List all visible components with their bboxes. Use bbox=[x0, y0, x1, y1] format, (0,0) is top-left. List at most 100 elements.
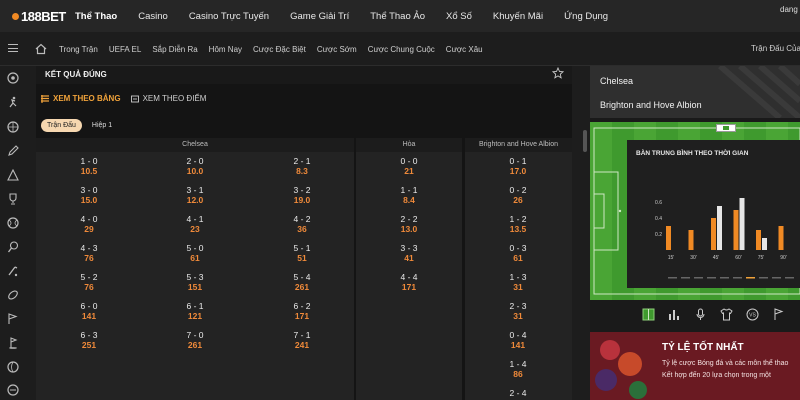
sub-nav-outright[interactable]: Cược Chung Cuộc bbox=[368, 45, 435, 54]
versus-icon[interactable]: VS bbox=[746, 308, 759, 321]
home-score-cell[interactable]: 6 - 2 171 bbox=[267, 301, 337, 322]
tennis-icon[interactable] bbox=[7, 217, 19, 229]
home-score-cell[interactable]: 5 - 3 151 bbox=[160, 272, 230, 293]
draw-score-cell[interactable]: 2 - 2 13.0 bbox=[374, 214, 444, 235]
top-nav-lottery[interactable]: Xổ Số bbox=[446, 11, 472, 22]
home-team-name: Chelsea bbox=[600, 76, 634, 86]
home-score-cell[interactable]: 5 - 4 261 bbox=[267, 272, 337, 293]
home-score-cell[interactable]: 1 - 0 10.5 bbox=[54, 156, 124, 177]
draw-score-cell[interactable]: 4 - 4 171 bbox=[374, 272, 444, 293]
draw-column: Hòa 0 - 0 21 1 - 1 8.4 2 - 2 13.0 3 - 3 41 4 - 4… bbox=[356, 138, 462, 400]
logo[interactable]: 188BET bbox=[12, 8, 66, 24]
home-score-cell[interactable]: 7 - 0 261 bbox=[160, 330, 230, 351]
home-score-cell[interactable]: 2 - 0 10.0 bbox=[160, 156, 230, 177]
timeline-dash bbox=[720, 277, 729, 279]
home-score-cell[interactable]: 5 - 2 76 bbox=[54, 272, 124, 293]
away-score-cell[interactable]: 0 - 3 61 bbox=[483, 243, 553, 264]
away-score-cell[interactable]: 1 - 3 31 bbox=[483, 272, 553, 293]
away-score-cell[interactable]: 1 - 2 13.5 bbox=[483, 214, 553, 235]
stats-icon[interactable] bbox=[668, 308, 681, 321]
my-matches-link[interactable]: Trận Đấu Của T bbox=[751, 44, 800, 53]
home-score-cell[interactable]: 4 - 1 23 bbox=[160, 214, 230, 235]
esports-icon[interactable] bbox=[7, 384, 19, 396]
home-score-cell[interactable]: 5 - 1 51 bbox=[267, 243, 337, 264]
sub-nav-special[interactable]: Cược Đặc Biệt bbox=[253, 45, 306, 54]
warning-icon[interactable] bbox=[7, 169, 19, 181]
home-score-cell[interactable]: 4 - 2 36 bbox=[267, 214, 337, 235]
top-nav-promotions[interactable]: Khuyến Mãi bbox=[493, 11, 543, 22]
home-score-cell[interactable]: 7 - 1 241 bbox=[267, 330, 337, 351]
score-label: 4 - 0 bbox=[80, 214, 98, 224]
top-nav-virtual[interactable]: Thể Thao Ảo bbox=[370, 11, 425, 22]
score-label: 6 - 1 bbox=[186, 301, 204, 311]
home-score-cell[interactable]: 6 - 0 141 bbox=[54, 301, 124, 322]
sub-nav-today[interactable]: Hôm Nay bbox=[209, 45, 242, 54]
y-tick-label: 0.2 bbox=[655, 232, 662, 238]
home-score-cell[interactable]: 4 - 0 29 bbox=[54, 214, 124, 235]
flag-icon[interactable] bbox=[7, 313, 19, 325]
user-name[interactable]: dang bbox=[780, 5, 800, 14]
flag-icon[interactable] bbox=[772, 308, 785, 321]
odds-value: 41 bbox=[404, 253, 414, 263]
runner-icon[interactable] bbox=[7, 96, 19, 108]
home-score-cell[interactable]: 6 - 1 121 bbox=[160, 301, 230, 322]
odds-value: 86 bbox=[513, 369, 523, 379]
view-tab-score[interactable]: XEM THEO ĐIỂM bbox=[130, 94, 206, 103]
trophy-icon[interactable] bbox=[7, 193, 19, 205]
hockey-icon[interactable] bbox=[7, 265, 19, 277]
menu-icon[interactable] bbox=[8, 44, 18, 52]
draw-score-cell[interactable]: 0 - 0 21 bbox=[374, 156, 444, 177]
top-nav-live-casino[interactable]: Casino Trực Tuyến bbox=[189, 11, 269, 22]
basketball-icon[interactable] bbox=[7, 121, 19, 133]
period-tabs: Trận Đấu Hiệp 1 bbox=[41, 119, 122, 132]
home-score-cell[interactable]: 3 - 1 12.0 bbox=[160, 185, 230, 206]
scoreboard-icon bbox=[130, 95, 139, 102]
draw-score-cell[interactable]: 3 - 3 41 bbox=[374, 243, 444, 264]
period-tab-full-match[interactable]: Trận Đấu bbox=[41, 119, 82, 132]
home-score-cell[interactable]: 5 - 0 61 bbox=[160, 243, 230, 264]
top-nav-casino[interactable]: Casino bbox=[138, 11, 168, 22]
away-score-cell[interactable]: 0 - 2 26 bbox=[483, 185, 553, 206]
top-nav-games[interactable]: Game Giải Trí bbox=[290, 11, 349, 22]
home-score-cell[interactable]: 2 - 1 8.3 bbox=[267, 156, 337, 177]
odds-value: 19.0 bbox=[293, 195, 311, 205]
promo-banner[interactable]: TỶ LỆ TỐT NHẤT Tỷ lệ cược Bóng đá và các… bbox=[590, 332, 800, 400]
away-score-cell[interactable]: 1 - 4 86 bbox=[483, 359, 553, 380]
jersey-icon[interactable] bbox=[720, 308, 733, 321]
top-nav-sports[interactable]: Thể Thao bbox=[75, 11, 117, 22]
period-tab-first-half[interactable]: Hiệp 1 bbox=[86, 119, 118, 132]
sub-nav-parlay[interactable]: Cược Xâu bbox=[446, 45, 483, 54]
top-nav-apps[interactable]: Ứng Dụng bbox=[564, 11, 608, 22]
racket-icon[interactable] bbox=[7, 241, 19, 253]
away-score-cell[interactable]: 2 - 3 31 bbox=[483, 301, 553, 322]
sub-nav-upcoming[interactable]: Sắp Diễn Ra bbox=[152, 45, 197, 54]
star-icon[interactable] bbox=[552, 67, 564, 79]
score-label: 3 - 0 bbox=[80, 185, 98, 195]
pencil-icon[interactable] bbox=[7, 145, 19, 157]
away-score-cell[interactable]: 0 - 1 17.0 bbox=[483, 156, 553, 177]
home-score-cell[interactable]: 3 - 0 15.0 bbox=[54, 185, 124, 206]
sub-nav-live[interactable]: Trong Trận bbox=[59, 45, 98, 54]
field-icon[interactable] bbox=[642, 308, 655, 321]
view-tab-table[interactable]: XEM THEO BẢNG bbox=[41, 94, 121, 103]
chart-bar bbox=[778, 226, 784, 250]
draw-score-cell[interactable]: 1 - 1 8.4 bbox=[374, 185, 444, 206]
soccer-ball-icon[interactable] bbox=[7, 72, 19, 84]
golf-icon[interactable] bbox=[7, 337, 19, 349]
home-score-cell[interactable]: 4 - 3 76 bbox=[54, 243, 124, 264]
y-tick-label: 0.6 bbox=[655, 200, 662, 206]
logo-text: 188BET bbox=[21, 8, 66, 24]
home-icon[interactable] bbox=[35, 43, 47, 55]
microphone-icon[interactable] bbox=[694, 308, 707, 321]
football-icon[interactable] bbox=[7, 289, 19, 301]
sub-nav-early[interactable]: Cược Sớm bbox=[317, 45, 357, 54]
odds-value: 36 bbox=[297, 224, 307, 234]
scrollbar-thumb[interactable] bbox=[583, 130, 587, 152]
away-score-cell[interactable]: 2 - 4 bbox=[483, 388, 553, 398]
home-score-cell[interactable]: 3 - 2 19.0 bbox=[267, 185, 337, 206]
home-score-cell[interactable]: 6 - 3 251 bbox=[54, 330, 124, 351]
volleyball-icon[interactable] bbox=[7, 361, 19, 373]
score-label: 5 - 4 bbox=[293, 272, 311, 282]
away-score-cell[interactable]: 0 - 4 141 bbox=[483, 330, 553, 351]
sub-nav-uefa-el[interactable]: UEFA EL bbox=[109, 45, 141, 54]
